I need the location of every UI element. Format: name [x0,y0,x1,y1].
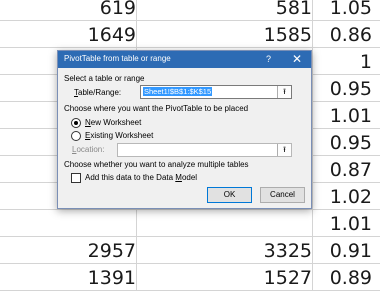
ok-button[interactable]: OK [207,187,252,203]
sheet-cell[interactable]: 1585 [264,24,312,46]
section-multiple-tables: Choose whether you want to analyze multi… [64,160,249,169]
sheet-cell[interactable]: 1.01 [330,213,372,235]
pivottable-dialog: PivotTable from table or range ? ✕ Selec… [57,50,312,209]
add-data-model-label[interactable]: Add this data to the Data Model [85,173,197,182]
sheet-cell[interactable]: 3325 [264,240,312,262]
sheet-cell[interactable]: 1649 [88,24,136,46]
dialog-titlebar: PivotTable from table or range ? ✕ [58,51,311,68]
sheet-cell[interactable]: 581 [276,0,312,19]
location-input[interactable]: ⭱ [117,143,292,157]
collapse-range-button[interactable]: ⭱ [277,86,291,98]
sheet-cell[interactable]: 0.95 [330,132,372,154]
sheet-cell[interactable]: 619 [100,0,136,19]
sheet-cell[interactable]: 0.89 [330,267,372,289]
sheet-cell[interactable]: 1.02 [330,186,372,208]
sheet-cell[interactable]: 0.91 [330,240,372,262]
new-worksheet-label[interactable]: New Worksheet [85,118,141,127]
sheet-row: 2957 3325 0.91 [0,237,380,264]
section-select-table: Select a table or range [64,74,145,83]
add-data-model-checkbox[interactable] [71,173,81,183]
sheet-cell[interactable]: 2957 [88,240,136,262]
sheet-row: 1391 1527 0.89 [0,264,380,291]
sheet-cell[interactable]: 1527 [264,267,312,289]
sheet-row: 1.01 [0,210,380,237]
existing-worksheet-label[interactable]: Existing Worksheet [85,131,153,140]
sheet-cell[interactable]: 0.95 [330,78,372,100]
sheet-cell[interactable]: 1 [360,51,372,73]
help-icon[interactable]: ? [266,54,271,64]
sheet-row: 1649 1585 0.86 [0,21,380,48]
table-range-value: Sheet1!$B$1:$K$15 [143,87,213,96]
sheet-cell[interactable]: 1.01 [330,105,372,127]
new-worksheet-radio[interactable] [71,118,81,128]
sheet-cell[interactable]: 0.86 [330,24,372,46]
sheet-cell[interactable]: 1391 [88,267,136,289]
table-range-input[interactable]: Sheet1!$B$1:$K$15 ⭱ [140,85,292,99]
location-label: Location: [72,145,105,154]
existing-worksheet-radio[interactable] [71,131,81,141]
collapse-location-button[interactable]: ⭱ [277,144,291,156]
table-range-label: Table/Range: [74,88,122,97]
dialog-title: PivotTable from table or range [64,54,171,63]
sheet-row: 619 581 1.05 [0,0,380,21]
section-placement: Choose where you want the PivotTable to … [64,104,249,113]
sheet-cell[interactable]: 1.05 [330,0,372,19]
sheet-cell[interactable]: 0.87 [330,159,372,181]
cancel-button[interactable]: Cancel [260,187,305,203]
close-icon[interactable]: ✕ [292,52,302,66]
